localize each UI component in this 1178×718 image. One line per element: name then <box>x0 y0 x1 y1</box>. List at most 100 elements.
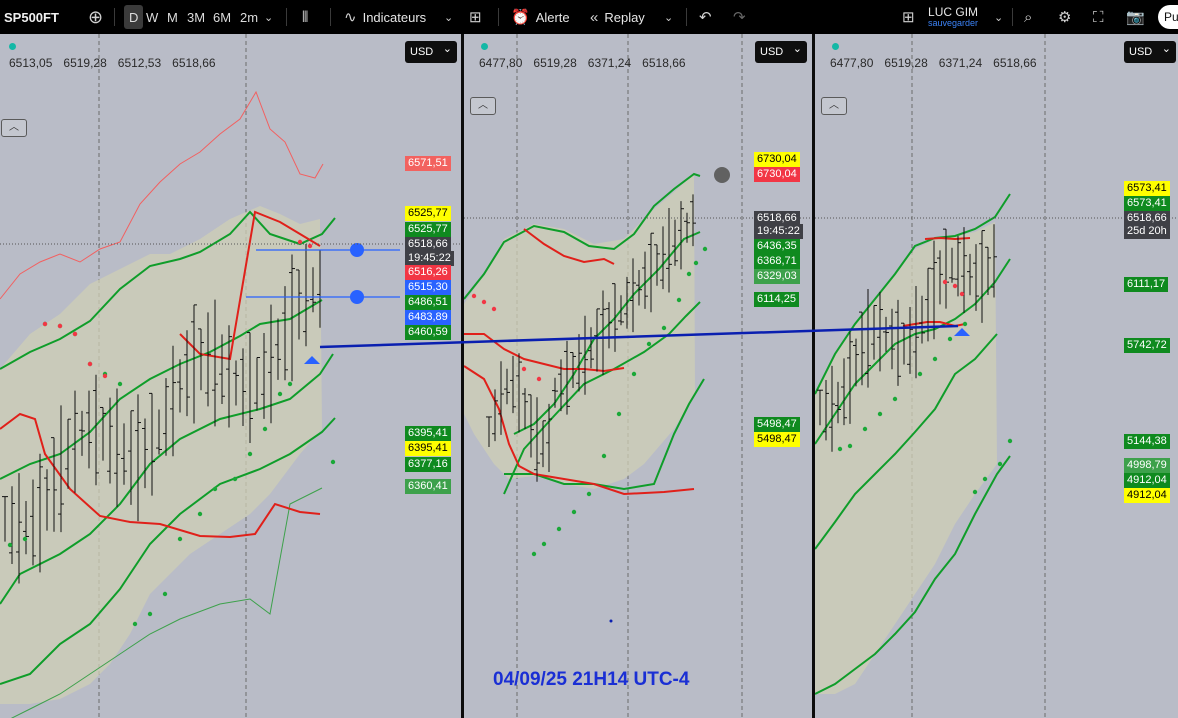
layout-select-button[interactable]: ⊞ <box>902 0 915 34</box>
timeframe-6m[interactable]: 6M <box>213 0 231 34</box>
price-label: 6436,35 <box>754 239 800 254</box>
chart-pane-2[interactable]: 6477,80 6519,28 6371,24 6518,66 ︿ USD 6730,… <box>464 34 812 718</box>
psar-dot <box>471 293 477 299</box>
timeframe-d[interactable]: D <box>124 5 144 29</box>
psar-dot <box>947 336 953 342</box>
bar-style-button[interactable]: ⫴ <box>302 0 308 34</box>
user-layout-menu[interactable]: LUC GIM sauvegarder <box>928 0 978 34</box>
psar-dot <box>676 297 682 303</box>
market-status-dot <box>832 43 839 50</box>
collapse-legend-button[interactable]: ︿ <box>821 97 847 115</box>
ohlc-legend: 6477,80 6519,28 6371,24 6518,66 <box>479 56 697 70</box>
layouts-button[interactable]: ⊞ <box>469 0 482 34</box>
indicators-dropdown[interactable]: ⌄ <box>444 0 453 34</box>
psar-dot <box>541 541 547 547</box>
psar-dot <box>601 453 607 459</box>
psar-dot <box>491 306 497 312</box>
symbol-label: SP500FT <box>4 9 59 25</box>
psar-dot <box>42 321 48 327</box>
price-label: 6329,03 <box>754 269 800 284</box>
psar-dot <box>571 509 577 515</box>
plus-circle-icon: ⊕ <box>88 6 104 27</box>
psar-dot <box>262 426 268 432</box>
price-label: 6730,04 <box>754 152 800 167</box>
chart-canvas-2[interactable] <box>464 34 812 718</box>
add-symbol-button[interactable]: ⊕ <box>88 0 103 34</box>
price-label: 6730,04 <box>754 167 800 182</box>
chart-pane-1[interactable]: 6513,05 6519,28 6512,53 6518,66 ︿ USD 6571,… <box>0 34 461 718</box>
timeframe-m[interactable]: M <box>167 0 178 34</box>
price-label: 6360,41 <box>405 479 451 494</box>
pending-marker[interactable] <box>714 167 730 183</box>
psar-dot <box>521 366 527 372</box>
psar-dot <box>982 476 988 482</box>
psar-dot <box>616 411 622 417</box>
quick-search-button[interactable]: ⌕ <box>1024 0 1032 34</box>
replay-button[interactable]: « Replay <box>590 0 645 34</box>
chart-canvas-3[interactable] <box>815 34 1178 718</box>
collapse-legend-button[interactable]: ︿ <box>470 97 496 115</box>
timeframe-w[interactable]: W <box>146 0 158 34</box>
timeframe-2m[interactable]: 2m <box>240 0 258 34</box>
psar-dot <box>932 356 938 362</box>
replay-dropdown[interactable]: ⌄ <box>664 0 673 34</box>
user-name: LUC GIM <box>928 4 979 19</box>
market-status-dot <box>481 43 488 50</box>
indicators-button[interactable]: ∿ Indicateurs <box>344 0 426 34</box>
psar-dot <box>57 323 63 329</box>
chevron-down-icon: ⌄ <box>264 11 274 24</box>
indicators-icon: ∿ <box>344 9 357 26</box>
price-label: 4998,79 <box>1124 458 1170 473</box>
psar-dot <box>531 551 537 557</box>
publish-button[interactable]: Pu <box>1158 5 1178 29</box>
settings-button[interactable]: ⚙ <box>1058 0 1071 34</box>
horizontal-line-handle[interactable] <box>350 290 364 304</box>
symbol-search[interactable]: SP500FT <box>4 0 59 34</box>
chevron-up-icon: ︿ <box>9 122 19 133</box>
toolbar-divider <box>686 8 687 26</box>
psar-dot <box>586 491 592 497</box>
alarm-clock-icon: ⏰ <box>511 9 530 26</box>
psar-dot <box>232 476 238 482</box>
currency-select[interactable]: USD <box>1124 38 1176 63</box>
undo-button[interactable]: ↶ <box>699 0 712 34</box>
price-label: 6525,77 <box>405 222 451 237</box>
psar-dot <box>330 459 336 465</box>
fullscreen-button[interactable]: ⛶ <box>1093 0 1104 34</box>
price-label: 5498,47 <box>754 417 800 432</box>
psar-dot <box>962 321 968 327</box>
psar-dot <box>661 325 667 331</box>
collapse-legend-button[interactable]: ︿ <box>1 119 27 137</box>
band-area <box>464 174 695 489</box>
price-label: 6395,41 <box>405 426 451 441</box>
psar-dot <box>1007 438 1013 444</box>
psar-dot <box>952 283 958 289</box>
price-label: 5498,47 <box>754 432 800 447</box>
timeframe-dropdown[interactable]: ⌄ <box>264 0 273 34</box>
timeframe-3m[interactable]: 3M <box>187 0 205 34</box>
toolbar-divider <box>498 8 499 26</box>
chart-pane-3[interactable]: 6477,80 6519,28 6371,24 6518,66 ︿ USD 6573,… <box>815 34 1178 718</box>
chart-canvas-1[interactable] <box>0 34 461 718</box>
bar-chart-icon: ⫴ <box>302 8 309 26</box>
psar-dot <box>646 341 652 347</box>
user-menu-dropdown[interactable]: ⌄ <box>994 0 1003 34</box>
price-label: 4912,04 <box>1124 488 1170 503</box>
currency-select[interactable]: USD <box>755 38 807 63</box>
low-value: 6371,24 <box>938 56 983 70</box>
camera-icon: 📷 <box>1126 9 1145 26</box>
alert-button[interactable]: ⏰ Alerte <box>511 0 570 34</box>
price-label: 6525,77 <box>405 206 451 221</box>
psar-dot <box>862 426 868 432</box>
redo-button[interactable]: ↷ <box>733 0 746 34</box>
psar-dot <box>536 376 542 382</box>
psar-dot <box>117 381 123 387</box>
psar-dot <box>686 271 692 277</box>
psar-dot <box>132 621 138 627</box>
close-value: 6518,66 <box>642 56 686 70</box>
snapshot-button[interactable]: 📷 <box>1126 0 1145 34</box>
currency-select[interactable]: USD <box>405 38 457 63</box>
chevron-up-icon: ︿ <box>829 100 839 111</box>
horizontal-line-handle[interactable] <box>350 243 364 257</box>
psar-dot <box>847 443 853 449</box>
